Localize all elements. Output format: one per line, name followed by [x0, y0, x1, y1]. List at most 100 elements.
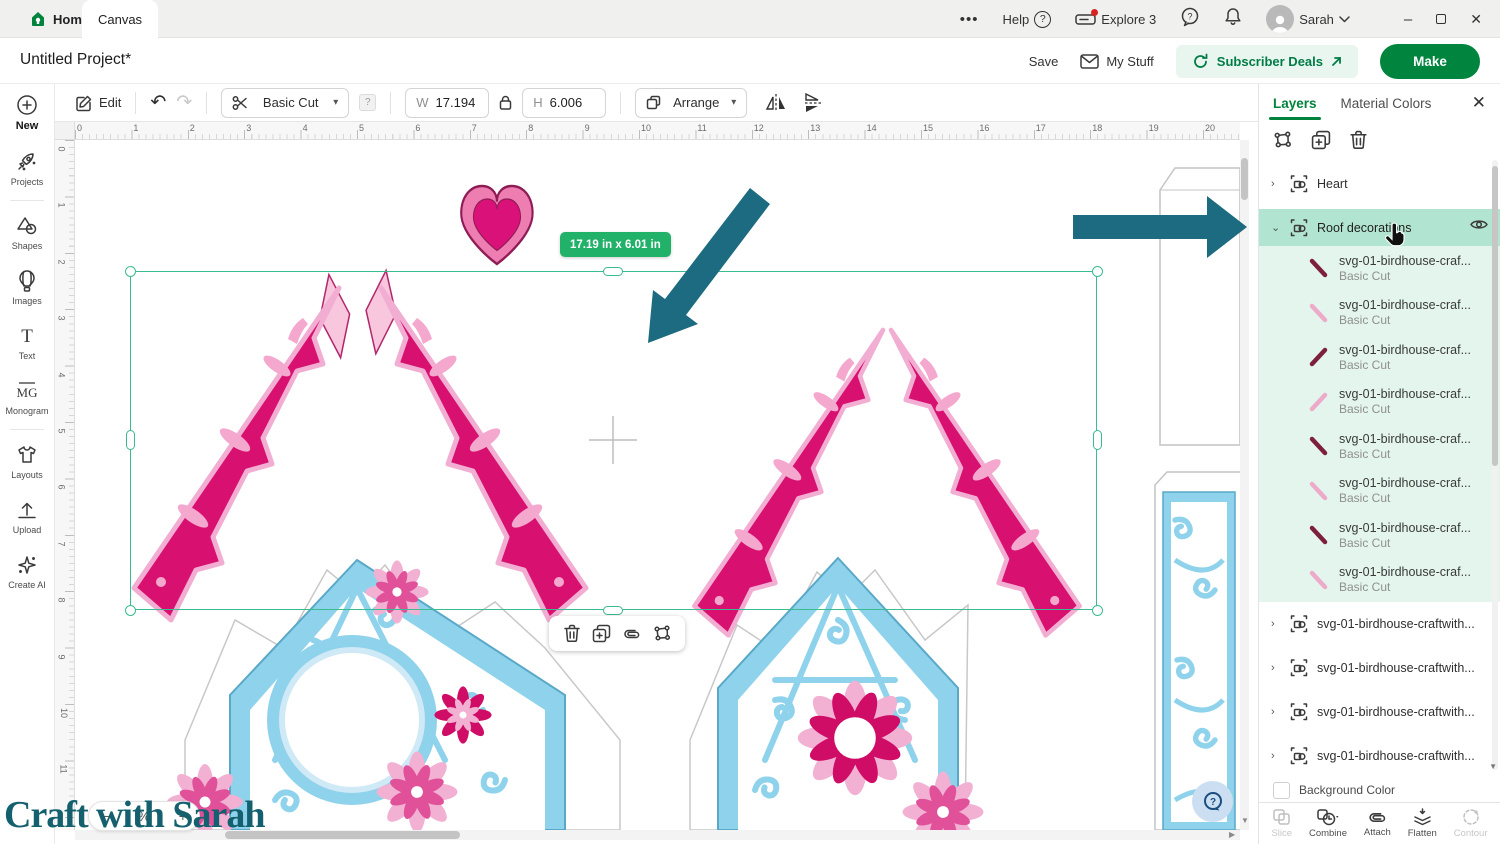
group-brackets-icon [1289, 658, 1309, 678]
notifications-bell-icon[interactable] [1224, 7, 1242, 31]
chevron-right-icon[interactable]: › [1271, 618, 1281, 630]
scroll-down-arrow-icon[interactable]: ▼ [1241, 816, 1249, 825]
heart-shape[interactable] [461, 186, 532, 264]
scrollbar-thumb[interactable] [1241, 158, 1248, 200]
layer-item[interactable]: svg-01-birdhouse-craf... Basic Cut [1259, 558, 1500, 603]
layer-group-collapsed[interactable]: › svg-01-birdhouse-craftwith... [1259, 734, 1500, 778]
selection-handle-bottom-right[interactable] [1092, 605, 1103, 616]
make-button[interactable]: Make [1380, 44, 1480, 79]
canvas-area[interactable]: 01234567891011121314151617181920 0123456… [55, 122, 1258, 844]
scroll-down-arrow-icon[interactable]: ▼ [1489, 762, 1497, 771]
lock-icon[interactable] [499, 95, 512, 110]
canvas-vertical-scrollbar[interactable] [1240, 140, 1249, 830]
window-restore-button[interactable] [1436, 14, 1446, 24]
selection-handle-right-middle[interactable] [1093, 430, 1102, 450]
sidebar-item-shapes[interactable]: Shapes [0, 205, 54, 260]
background-color-swatch[interactable] [1273, 782, 1290, 799]
contour-button[interactable]: Contour [1454, 808, 1488, 839]
feedback-icon[interactable]: ? [1180, 7, 1200, 32]
layer-group-collapsed[interactable]: › svg-01-birdhouse-craftwith... [1259, 646, 1500, 690]
upload-icon [15, 498, 39, 522]
panel-action-bar: Slice Combine Attach Flatten Contour [1259, 802, 1500, 844]
project-title[interactable]: Untitled Project* [20, 51, 131, 69]
panel-scrollbar[interactable] [1492, 160, 1498, 770]
layer-item[interactable]: svg-01-birdhouse-craf... Basic Cut [1259, 380, 1500, 425]
combine-button[interactable]: Combine [1309, 808, 1347, 839]
height-field[interactable]: H 6.006 [522, 88, 606, 118]
sidebar-item-images[interactable]: Images [0, 260, 54, 315]
chevron-right-icon[interactable]: › [1271, 706, 1281, 718]
arrange-select[interactable]: Arrange ▾ [635, 88, 747, 118]
operation-select[interactable]: Basic Cut ▾ [221, 88, 349, 118]
scrollbar-thumb[interactable] [1492, 166, 1498, 466]
layer-group-collapsed[interactable]: › svg-01-birdhouse-craftwith... [1259, 602, 1500, 646]
help-menu[interactable]: Help ? [1003, 11, 1052, 28]
layer-item[interactable]: svg-01-birdhouse-craf... Basic Cut [1259, 335, 1500, 380]
save-button[interactable]: Save [1029, 54, 1059, 69]
more-menu-icon[interactable]: ••• [960, 11, 979, 28]
duplicate-icon[interactable] [592, 624, 611, 643]
layer-group-heart[interactable]: › Heart [1259, 166, 1500, 202]
tab-layers[interactable]: Layers [1273, 96, 1317, 111]
width-value: 17.194 [436, 95, 476, 110]
sidebar-item-create-ai[interactable]: Create AI [0, 544, 54, 599]
edit-button[interactable]: Edit [75, 94, 121, 112]
chevron-down-icon[interactable]: ⌄ [1271, 221, 1281, 234]
flatten-button[interactable]: Flatten [1408, 808, 1437, 839]
ruler-number: 8 [57, 598, 67, 603]
layer-group-collapsed[interactable]: › svg-01-birdhouse-craftwith... [1259, 690, 1500, 734]
visibility-eye-icon[interactable] [1470, 218, 1488, 236]
my-stuff-button[interactable]: My Stuff [1080, 54, 1153, 69]
flip-horizontal-icon[interactable] [765, 93, 787, 113]
layer-group-roof-decorations-selected[interactable]: ⌄ Roof decorations [1259, 209, 1500, 246]
panel-close-button[interactable]: ✕ [1472, 93, 1486, 113]
help-bubble-button[interactable]: ? [1192, 781, 1233, 822]
tab-material-colors[interactable]: Material Colors [1341, 96, 1432, 111]
flip-vertical-icon[interactable] [802, 92, 822, 114]
sidebar-item-new[interactable]: New [0, 84, 54, 141]
window-minimize-button[interactable]: – [1404, 11, 1412, 28]
redo-button[interactable]: ↷ [176, 91, 192, 114]
duplicate-icon[interactable] [1311, 130, 1331, 150]
group-icon[interactable] [1273, 130, 1293, 150]
background-color-label: Background Color [1299, 783, 1395, 797]
layer-item[interactable]: svg-01-birdhouse-craf... Basic Cut [1259, 424, 1500, 469]
attach-icon[interactable] [622, 627, 642, 641]
chevron-right-icon[interactable]: › [1271, 750, 1281, 762]
selection-handle-top-left[interactable] [125, 266, 136, 277]
delete-icon[interactable] [563, 624, 581, 643]
chevron-right-icon[interactable]: › [1271, 662, 1281, 674]
selection-handle-left-middle[interactable] [126, 430, 135, 450]
scroll-right-arrow-icon[interactable]: ▶ [1229, 830, 1235, 839]
layer-item[interactable]: svg-01-birdhouse-craf... Basic Cut [1259, 291, 1500, 336]
window-close-button[interactable]: ✕ [1470, 11, 1482, 28]
sidebar-item-monogram[interactable]: MG Monogram [0, 370, 54, 425]
subscriber-deals-button[interactable]: Subscriber Deals [1176, 45, 1358, 78]
lattice-panel-right[interactable] [1155, 472, 1240, 830]
selection-handle-top-right[interactable] [1092, 266, 1103, 277]
selection-bounding-box[interactable] [130, 271, 1097, 610]
slice-button[interactable]: Slice [1271, 808, 1292, 839]
sidebar-item-upload[interactable]: Upload [0, 489, 54, 544]
layer-item[interactable]: svg-01-birdhouse-craf... Basic Cut [1259, 513, 1500, 558]
chevron-right-icon[interactable]: › [1271, 178, 1281, 190]
sidebar-item-projects[interactable]: Projects [0, 141, 54, 196]
selection-handle-bottom-middle[interactable] [603, 606, 623, 615]
group-icon[interactable] [653, 624, 672, 643]
width-field[interactable]: W 17.194 [405, 88, 489, 118]
delete-icon[interactable] [1349, 130, 1368, 150]
attach-button[interactable]: Attach [1364, 810, 1391, 838]
layer-item[interactable]: svg-01-birdhouse-craf... Basic Cut [1259, 246, 1500, 291]
operation-help-badge[interactable]: ? [359, 94, 376, 111]
machine-selector[interactable]: Explore 3 [1075, 12, 1156, 27]
sidebar-item-layouts[interactable]: Layouts [0, 434, 54, 489]
box-template[interactable] [1160, 168, 1240, 445]
background-color-row[interactable]: Background Color [1259, 778, 1500, 802]
sidebar-item-text[interactable]: T Text [0, 315, 54, 370]
layer-item[interactable]: svg-01-birdhouse-craf... Basic Cut [1259, 469, 1500, 514]
selection-handle-bottom-left[interactable] [125, 605, 136, 616]
selection-handle-top-middle[interactable] [603, 267, 623, 276]
tab-canvas[interactable]: Canvas [82, 0, 158, 38]
account-menu[interactable]: Sarah [1266, 5, 1350, 33]
undo-button[interactable]: ↶ [150, 91, 166, 114]
